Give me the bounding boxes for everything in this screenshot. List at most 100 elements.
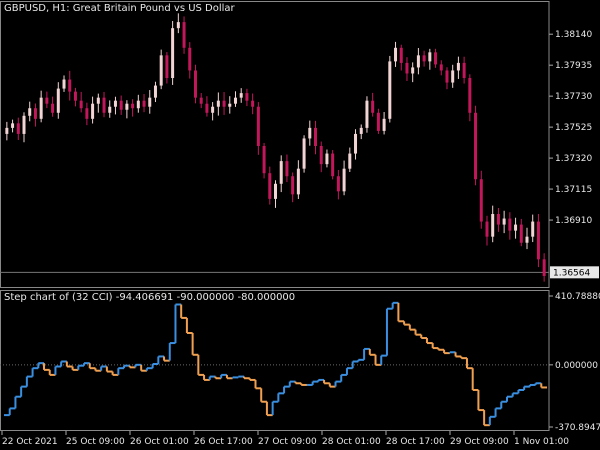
candle-body [302, 138, 306, 169]
candle-body [16, 123, 20, 134]
candle-body [422, 55, 426, 62]
candle-body [125, 103, 129, 110]
indicator-tick-label: 410.788800 [555, 292, 600, 302]
candle-body [428, 52, 432, 62]
candle-body [131, 103, 135, 109]
candle-body [222, 100, 226, 107]
candle-body [325, 153, 329, 165]
candle-body [382, 118, 386, 131]
candle-body [331, 153, 335, 177]
candle-body [245, 93, 249, 101]
current-price-label: 1.36564 [553, 268, 590, 278]
candle-body [251, 100, 255, 107]
price-tick-label: 1.36910 [555, 216, 592, 226]
candlestick-series [5, 13, 546, 282]
candle-body [182, 22, 186, 48]
price-tick-label: 1.37320 [555, 154, 592, 164]
candle-body [491, 214, 495, 237]
candle-body [342, 168, 346, 192]
candle-body [394, 47, 398, 62]
candle-body [216, 100, 220, 107]
candle-body [136, 100, 140, 109]
candle-body [268, 173, 272, 199]
candle-body [193, 70, 197, 98]
candle-body [228, 103, 232, 107]
candle-body [291, 176, 295, 195]
candle-body [239, 93, 243, 98]
candle-body [479, 179, 483, 222]
candle-body [485, 221, 489, 237]
candle-body [508, 218, 512, 231]
candle-body [434, 52, 438, 65]
candle-body [514, 224, 518, 231]
candle-body [188, 47, 192, 71]
price-tick-label: 1.37115 [555, 185, 592, 195]
candle-body [11, 123, 15, 128]
candle-body [5, 127, 9, 134]
price-axis: 1.38140 1.37935 1.37730 1.37525 1.37320 1.371… [549, 30, 592, 226]
candle-body [354, 133, 358, 154]
candle-body [51, 103, 55, 113]
candle-body [285, 161, 289, 177]
candle-body [502, 218, 506, 225]
candle-body [462, 62, 466, 79]
time-tick-label: 22 Oct 2021 [2, 437, 58, 447]
candle-body [39, 97, 43, 119]
candle-body [365, 100, 369, 128]
candle-body [62, 79, 66, 89]
time-tick-label: 27 Oct 09:00 [258, 437, 317, 447]
candle-body [199, 97, 203, 104]
candle-body [411, 67, 415, 74]
candle-body [33, 108, 37, 119]
candle-body [159, 55, 163, 86]
candle-body [91, 103, 95, 119]
candle-body [456, 62, 460, 71]
candle-body [308, 127, 312, 139]
candle-body [148, 97, 152, 107]
indicator-title: Step chart of (32 CCI) -94.406691 -90.00… [4, 292, 296, 303]
candle-body [371, 100, 375, 113]
candle-body [211, 106, 215, 113]
candle-body [279, 161, 283, 184]
candle-body [445, 70, 449, 83]
time-tick-label: 25 Oct 09:00 [66, 437, 125, 447]
candle-body [119, 100, 123, 110]
candle-body [256, 106, 260, 147]
candle-body [165, 55, 169, 79]
candle-body [73, 91, 77, 101]
candle-body [399, 47, 403, 63]
candle-body [336, 176, 340, 192]
candle-body [416, 55, 420, 68]
chart-canvas: 1.38140 1.37935 1.37730 1.37525 1.37320 1.371… [0, 1, 600, 447]
candle-body [314, 127, 318, 147]
indicator-axis: 410.788800 0.000000 -370.894764 [549, 292, 600, 433]
candle-body [79, 100, 83, 109]
candle-body [102, 97, 106, 113]
candle-body [536, 221, 540, 260]
price-tick-label: 1.37935 [555, 61, 592, 71]
candle-body [531, 221, 535, 237]
candle-body [348, 153, 352, 169]
chart-title: GBPUSD, H1: Great Britain Pound vs US Do… [4, 3, 235, 14]
candle-body [542, 259, 546, 276]
time-tick-label: 26 Oct 17:00 [194, 437, 253, 447]
time-tick-label: 26 Oct 01:00 [130, 437, 189, 447]
candle-body [359, 127, 363, 134]
candle-body [388, 61, 392, 119]
candle-body [56, 88, 60, 113]
candle-body [96, 97, 100, 104]
main-panel [0, 1, 550, 288]
candle-body [468, 78, 472, 113]
price-tick-label: 1.37730 [555, 92, 592, 102]
candle-body [233, 97, 237, 104]
time-axis: 22 Oct 2021 25 Oct 09:00 26 Oct 01:00 26 Oc… [1, 431, 569, 447]
main-panel-border [0, 1, 550, 288]
candle-body [319, 146, 323, 165]
candle-body [451, 70, 455, 83]
current-price-marker: 1.36564 [550, 266, 599, 279]
time-tick-label: 29 Oct 09:00 [450, 437, 509, 447]
candle-body [405, 62, 409, 74]
cci-step-series [0, 301, 549, 427]
indicator-tick-label: 0.000000 [555, 361, 598, 371]
candle-body [68, 79, 72, 92]
